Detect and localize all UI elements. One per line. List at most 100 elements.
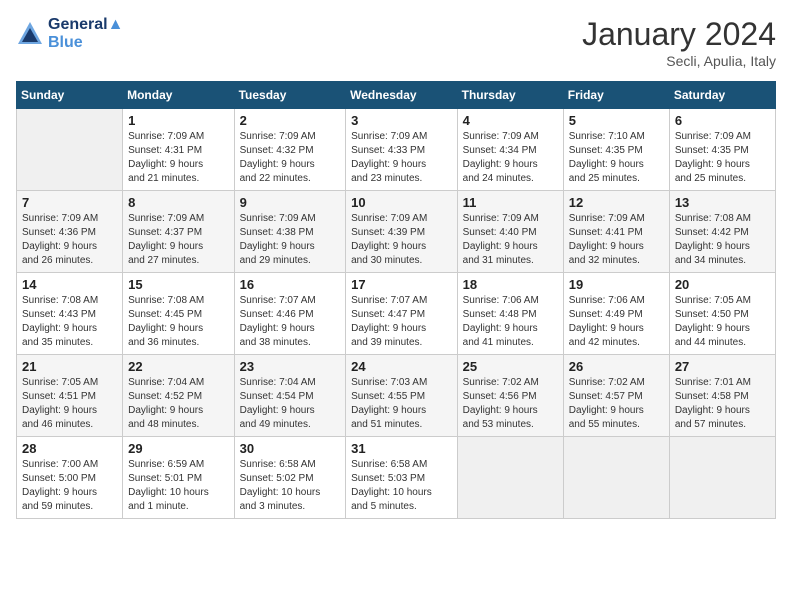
calendar-cell: 24 Sunrise: 7:03 AM Sunset: 4:55 PM Dayli…	[346, 355, 458, 437]
day-info: Sunrise: 7:09 AM Sunset: 4:31 PM Dayligh…	[128, 130, 229, 186]
calendar-cell: 21 Sunrise: 7:05 AM Sunset: 4:51 PM Dayli…	[17, 355, 123, 437]
day-number: 25	[463, 359, 558, 374]
day-number: 30	[240, 441, 341, 456]
calendar-cell: 19 Sunrise: 7:06 AM Sunset: 4:49 PM Dayli…	[563, 273, 669, 355]
calendar-cell: 2 Sunrise: 7:09 AM Sunset: 4:32 PM Daylig…	[234, 109, 346, 191]
day-number: 7	[22, 195, 117, 210]
day-number: 27	[675, 359, 770, 374]
day-number: 18	[463, 277, 558, 292]
day-info: Sunrise: 7:09 AM Sunset: 4:38 PM Dayligh…	[240, 212, 341, 268]
calendar-cell: 17Sunrise: 7:07 AM Sunset: 4:47 PM Dayli…	[346, 273, 458, 355]
calendar-cell	[669, 437, 775, 519]
day-number: 13	[675, 195, 770, 210]
day-info: Sunrise: 7:05 AM Sunset: 4:51 PM Dayligh…	[22, 376, 117, 432]
day-info: Sunrise: 6:58 AM Sunset: 5:02 PM Dayligh…	[240, 458, 341, 514]
day-info: Sunrise: 7:09 AM Sunset: 4:37 PM Dayligh…	[128, 212, 229, 268]
calendar-title: January 2024	[582, 16, 776, 53]
calendar-cell: 22 Sunrise: 7:04 AM Sunset: 4:52 PM Dayli…	[123, 355, 235, 437]
page-header: General▲ Blue January 2024 Secli, Apulia…	[16, 16, 776, 69]
calendar-cell: 31Sunrise: 6:58 AM Sunset: 5:03 PM Dayli…	[346, 437, 458, 519]
day-number: 4	[463, 113, 558, 128]
day-number: 17	[351, 277, 452, 292]
calendar-cell: 8 Sunrise: 7:09 AM Sunset: 4:37 PM Daylig…	[123, 191, 235, 273]
day-number: 1	[128, 113, 229, 128]
header-tuesday: Tuesday	[234, 82, 346, 109]
logo: General▲ Blue	[16, 16, 123, 52]
calendar-week-4: 21 Sunrise: 7:05 AM Sunset: 4:51 PM Dayli…	[17, 355, 776, 437]
calendar-cell: 30 Sunrise: 6:58 AM Sunset: 5:02 PM Dayli…	[234, 437, 346, 519]
day-number: 11	[463, 195, 558, 210]
calendar-cell: 4 Sunrise: 7:09 AM Sunset: 4:34 PM Daylig…	[457, 109, 563, 191]
day-number: 9	[240, 195, 341, 210]
day-number: 23	[240, 359, 341, 374]
day-info: Sunrise: 7:09 AM Sunset: 4:33 PM Dayligh…	[351, 130, 452, 186]
day-number: 24	[351, 359, 452, 374]
day-number: 22	[128, 359, 229, 374]
day-number: 10	[351, 195, 452, 210]
day-info: Sunrise: 7:01 AM Sunset: 4:58 PM Dayligh…	[675, 376, 770, 432]
day-number: 15	[128, 277, 229, 292]
day-number: 20	[675, 277, 770, 292]
day-info: Sunrise: 7:02 AM Sunset: 4:56 PM Dayligh…	[463, 376, 558, 432]
day-info: Sunrise: 7:04 AM Sunset: 4:54 PM Dayligh…	[240, 376, 341, 432]
day-info: Sunrise: 7:06 AM Sunset: 4:48 PM Dayligh…	[463, 294, 558, 350]
day-info: Sunrise: 7:08 AM Sunset: 4:42 PM Dayligh…	[675, 212, 770, 268]
day-info: Sunrise: 7:09 AM Sunset: 4:41 PM Dayligh…	[569, 212, 664, 268]
calendar-cell: 3 Sunrise: 7:09 AM Sunset: 4:33 PM Daylig…	[346, 109, 458, 191]
calendar-cell: 20 Sunrise: 7:05 AM Sunset: 4:50 PM Dayli…	[669, 273, 775, 355]
calendar-week-3: 14 Sunrise: 7:08 AM Sunset: 4:43 PM Dayli…	[17, 273, 776, 355]
day-number: 2	[240, 113, 341, 128]
calendar-cell: 6Sunrise: 7:09 AM Sunset: 4:35 PM Daylig…	[669, 109, 775, 191]
calendar-cell: 7Sunrise: 7:09 AM Sunset: 4:36 PM Daylig…	[17, 191, 123, 273]
day-number: 19	[569, 277, 664, 292]
day-number: 6	[675, 113, 770, 128]
day-info: Sunrise: 7:04 AM Sunset: 4:52 PM Dayligh…	[128, 376, 229, 432]
day-number: 16	[240, 277, 341, 292]
calendar-cell: 5 Sunrise: 7:10 AM Sunset: 4:35 PM Daylig…	[563, 109, 669, 191]
calendar-cell: 28 Sunrise: 7:00 AM Sunset: 5:00 PM Dayli…	[17, 437, 123, 519]
calendar-cell: 13 Sunrise: 7:08 AM Sunset: 4:42 PM Dayli…	[669, 191, 775, 273]
calendar-table: SundayMondayTuesdayWednesdayThursdayFrid…	[16, 81, 776, 519]
day-info: Sunrise: 7:07 AM Sunset: 4:46 PM Dayligh…	[240, 294, 341, 350]
calendar-cell: 27 Sunrise: 7:01 AM Sunset: 4:58 PM Dayli…	[669, 355, 775, 437]
day-info: Sunrise: 7:10 AM Sunset: 4:35 PM Dayligh…	[569, 130, 664, 186]
day-info: Sunrise: 7:08 AM Sunset: 4:43 PM Dayligh…	[22, 294, 117, 350]
day-number: 3	[351, 113, 452, 128]
day-number: 14	[22, 277, 117, 292]
logo-text: General▲ Blue	[48, 16, 123, 52]
calendar-week-1: 1 Sunrise: 7:09 AM Sunset: 4:31 PM Daylig…	[17, 109, 776, 191]
day-number: 12	[569, 195, 664, 210]
day-number: 21	[22, 359, 117, 374]
day-info: Sunrise: 7:00 AM Sunset: 5:00 PM Dayligh…	[22, 458, 117, 514]
logo-icon	[16, 20, 44, 48]
day-number: 26	[569, 359, 664, 374]
day-info: Sunrise: 7:03 AM Sunset: 4:55 PM Dayligh…	[351, 376, 452, 432]
calendar-cell	[457, 437, 563, 519]
day-info: Sunrise: 7:08 AM Sunset: 4:45 PM Dayligh…	[128, 294, 229, 350]
header-saturday: Saturday	[669, 82, 775, 109]
calendar-cell: 10Sunrise: 7:09 AM Sunset: 4:39 PM Dayli…	[346, 191, 458, 273]
calendar-cell: 9 Sunrise: 7:09 AM Sunset: 4:38 PM Daylig…	[234, 191, 346, 273]
day-number: 28	[22, 441, 117, 456]
day-number: 29	[128, 441, 229, 456]
calendar-cell: 29Sunrise: 6:59 AM Sunset: 5:01 PM Dayli…	[123, 437, 235, 519]
calendar-cell: 16 Sunrise: 7:07 AM Sunset: 4:46 PM Dayli…	[234, 273, 346, 355]
calendar-cell: 15 Sunrise: 7:08 AM Sunset: 4:45 PM Dayli…	[123, 273, 235, 355]
day-info: Sunrise: 7:09 AM Sunset: 4:32 PM Dayligh…	[240, 130, 341, 186]
calendar-cell: 1 Sunrise: 7:09 AM Sunset: 4:31 PM Daylig…	[123, 109, 235, 191]
calendar-cell: 12 Sunrise: 7:09 AM Sunset: 4:41 PM Dayli…	[563, 191, 669, 273]
calendar-cell: 25 Sunrise: 7:02 AM Sunset: 4:56 PM Dayli…	[457, 355, 563, 437]
calendar-header-row: SundayMondayTuesdayWednesdayThursdayFrid…	[17, 82, 776, 109]
day-number: 5	[569, 113, 664, 128]
day-info: Sunrise: 7:05 AM Sunset: 4:50 PM Dayligh…	[675, 294, 770, 350]
day-info: Sunrise: 7:09 AM Sunset: 4:34 PM Dayligh…	[463, 130, 558, 186]
calendar-cell: 14 Sunrise: 7:08 AM Sunset: 4:43 PM Dayli…	[17, 273, 123, 355]
day-info: Sunrise: 7:06 AM Sunset: 4:49 PM Dayligh…	[569, 294, 664, 350]
calendar-week-2: 7Sunrise: 7:09 AM Sunset: 4:36 PM Daylig…	[17, 191, 776, 273]
title-area: January 2024 Secli, Apulia, Italy	[582, 16, 776, 69]
calendar-cell	[17, 109, 123, 191]
day-number: 8	[128, 195, 229, 210]
day-info: Sunrise: 7:09 AM Sunset: 4:40 PM Dayligh…	[463, 212, 558, 268]
header-sunday: Sunday	[17, 82, 123, 109]
day-number: 31	[351, 441, 452, 456]
